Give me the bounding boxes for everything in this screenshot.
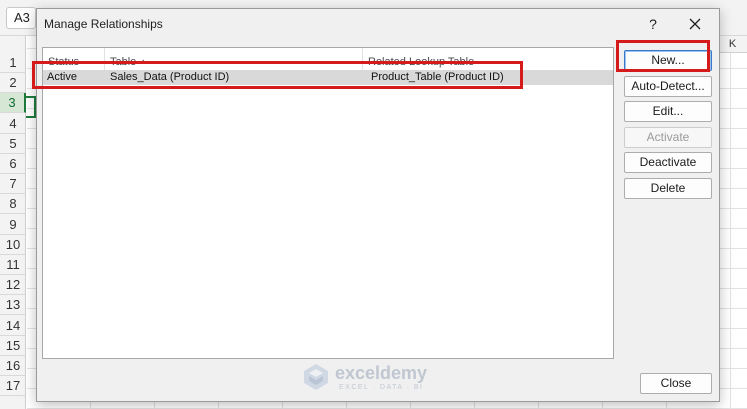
row-header-17[interactable]: 17 [0,376,26,397]
row-header-11[interactable]: 11 [0,255,26,275]
column-header-k[interactable]: K [718,36,747,53]
row-header-8[interactable]: 8 [0,194,26,215]
row-header-16[interactable]: 16 [0,356,26,376]
dialog-titlebar: Manage Relationships ? [37,9,719,39]
column-header-table[interactable]: Table ▲ [105,48,363,70]
relationship-row[interactable]: Active Sales_Data (Product ID) Product_T… [43,70,613,85]
row-header-6[interactable]: 6 [0,154,26,174]
exceldemy-logo-icon [304,364,328,390]
activate-button[interactable]: Activate [624,127,712,148]
row-header-5[interactable]: 5 [0,134,26,154]
deactivate-button[interactable]: Deactivate [624,152,712,173]
row-status: Active [47,71,77,83]
row-header-15[interactable]: 15 [0,336,26,356]
row-header-12[interactable]: 12 [0,275,26,296]
row-header-7[interactable]: 7 [0,174,26,195]
row-header-9[interactable]: 9 [0,215,26,235]
active-cell-indicator [26,96,36,118]
edit-button[interactable]: Edit... [624,101,712,122]
row-header-10[interactable]: 10 [0,235,26,255]
watermark-name: exceldemy [335,363,428,383]
row-header-2[interactable]: 2 [0,73,26,94]
list-header: Status Table ▲ Related Lookup Table [43,48,613,70]
row-header-14[interactable]: 14 [0,316,26,336]
auto-detect-button[interactable]: Auto-Detect... [624,76,712,97]
delete-button[interactable]: Delete [624,178,712,199]
row-headers: 1 2 3 4 5 6 7 8 9 10 11 12 13 14 15 16 17 [0,36,26,409]
row-header-1[interactable]: 1 [0,53,26,73]
watermark-tagline: EXCEL · DATA · BI [339,384,424,391]
manage-relationships-dialog: Manage Relationships ? Status Table ▲ Rel… [36,8,720,402]
dialog-title: Manage Relationships [44,17,163,31]
close-button[interactable]: Close [640,373,712,394]
row-header-4[interactable]: 4 [0,114,26,134]
close-icon[interactable] [682,13,708,35]
relationships-list[interactable]: Status Table ▲ Related Lookup Table Activ… [42,47,614,359]
sort-ascending-icon: ▲ [139,57,148,66]
row-table: Sales_Data (Product ID) [110,71,230,83]
column-header-status[interactable]: Status [43,48,105,70]
new-button[interactable]: New... [624,50,712,71]
help-button[interactable]: ? [640,13,666,35]
name-box[interactable]: A3 [6,7,36,29]
row-header-13[interactable]: 13 [0,295,26,316]
row-header-3[interactable]: 3 [0,93,26,114]
row-related-lookup-table: Product_Table (Product ID) [371,71,504,83]
column-header-related-lookup-table[interactable]: Related Lookup Table [363,48,613,70]
